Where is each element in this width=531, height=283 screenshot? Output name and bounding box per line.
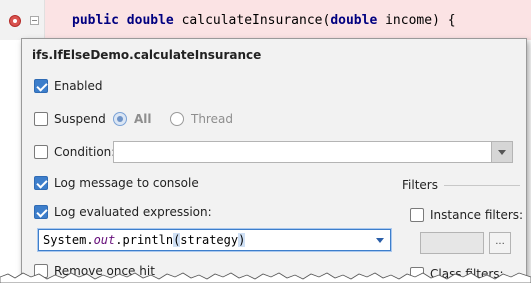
expression-text: System.out.println(strategy) [43, 233, 246, 247]
torn-edge [0, 272, 531, 283]
condition-dropdown-arrow-icon[interactable] [491, 142, 512, 162]
instance-filters-field[interactable] [420, 232, 484, 254]
log-expression-label[interactable]: Log evaluated expression: [54, 205, 212, 219]
enabled-checkbox[interactable] [34, 79, 48, 93]
method-signature: calculateInsurance( [173, 13, 331, 28]
param-rest: income) { [377, 13, 456, 28]
keyword-double: double [126, 13, 174, 28]
expression-method: .println [115, 233, 174, 247]
expression-arg: strategy [180, 233, 239, 247]
suspend-all-label[interactable]: All [134, 112, 152, 126]
expression-input[interactable]: System.out.println(strategy) [38, 229, 391, 251]
log-message-checkbox[interactable] [34, 176, 48, 190]
suspend-checkbox[interactable] [34, 112, 48, 126]
instance-filters-checkbox[interactable] [410, 208, 424, 222]
suspend-all-radio[interactable] [113, 112, 127, 126]
instance-filters-label[interactable]: Instance filters: [430, 208, 523, 222]
expression-prefix: System. [43, 233, 94, 247]
fold-icon[interactable] [30, 16, 39, 25]
suspend-label[interactable]: Suspend [54, 112, 106, 126]
breakpoint-icon[interactable] [9, 15, 21, 27]
condition-label[interactable]: Condition: [54, 145, 115, 159]
keyword-double-param: double [330, 13, 378, 28]
log-expression-checkbox[interactable] [34, 205, 48, 219]
suspend-thread-radio[interactable] [170, 112, 184, 126]
log-message-label[interactable]: Log message to console [54, 176, 199, 190]
suspend-thread-label[interactable]: Thread [191, 112, 233, 126]
expression-paren-close: ) [238, 233, 246, 247]
filters-separator [444, 185, 520, 186]
instance-filters-browse-button[interactable]: ... [489, 232, 511, 254]
expression-dropdown-arrow-icon[interactable] [370, 230, 390, 250]
popup-title: ifs.IfElseDemo.calculateInsurance [32, 48, 262, 62]
breakpoint-properties-popup: ifs.IfElseDemo.calculateInsurance Enable… [21, 38, 527, 283]
keyword-public: public [72, 13, 119, 28]
filters-heading: Filters [402, 178, 438, 192]
code-line: public double calculateInsurance(double … [72, 13, 456, 28]
expression-out: out [93, 233, 116, 247]
condition-input[interactable] [113, 141, 513, 163]
enabled-label[interactable]: Enabled [54, 79, 103, 93]
editor-gutter[interactable] [0, 0, 45, 40]
condition-checkbox[interactable] [34, 145, 48, 159]
editor-breakpoint-line: public double calculateInsurance(double … [0, 0, 531, 40]
